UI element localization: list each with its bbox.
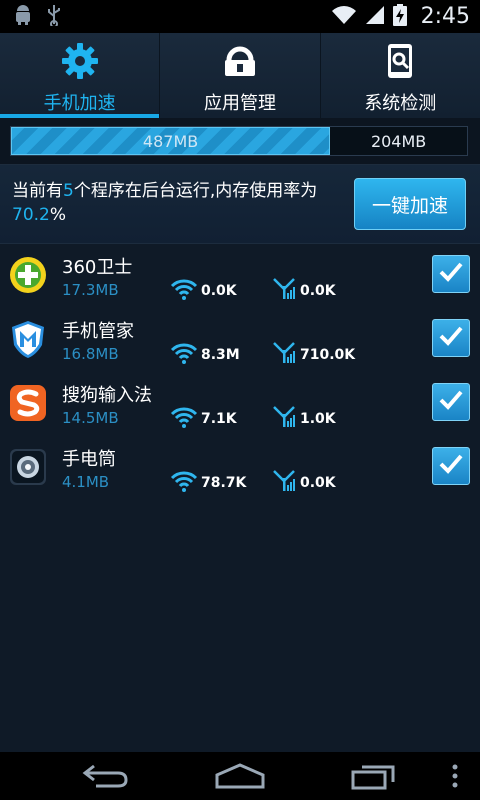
one-click-boost-button[interactable]: 一键加速 [354, 178, 466, 230]
memory-usage-panel: 487MB 204MB [0, 118, 480, 165]
list-item[interactable]: 手电筒 4.1MB 78.7K 0.0K [0, 435, 480, 499]
app-memory-size: 17.3MB [62, 281, 119, 299]
tab-app-management[interactable]: 应用管理 [159, 33, 319, 118]
tab-system-check[interactable]: 系统检测 [319, 33, 480, 118]
checkmark-icon [438, 389, 464, 415]
app-list: 360卫士 17.3MB 0.0K 0.0K 手机管家 16.8MB 8.3M [0, 243, 480, 499]
mobile-data-icon [272, 276, 296, 300]
usb-icon [46, 4, 62, 30]
tab-bar: 手机加速 应用管理 系统检测 [0, 33, 480, 118]
mobile-traffic: 710.0K [300, 347, 356, 363]
tab-phone-boost[interactable]: 手机加速 [0, 33, 160, 118]
wifi-icon [170, 469, 198, 493]
app-memory-size: 14.5MB [62, 409, 119, 427]
mobile-traffic: 0.0K [300, 283, 336, 299]
checkmark-icon [438, 325, 464, 351]
status-bar: 2:45 [0, 0, 480, 33]
recent-apps-icon[interactable] [344, 760, 404, 792]
memory-progress-bar: 487MB 204MB [10, 126, 468, 156]
android-icon [14, 4, 32, 29]
360-security-icon [8, 255, 48, 295]
wifi-traffic: 8.3M [201, 347, 240, 363]
list-item[interactable]: 手机管家 16.8MB 8.3M 710.0K [0, 307, 480, 371]
wifi-traffic: 0.0K [201, 283, 237, 299]
mobile-data-icon [272, 404, 296, 428]
mobile-data-icon [272, 340, 296, 364]
summary-panel: 当前有5个程序在后台运行,内存使用率为 70.2% 一键加速 [0, 165, 480, 244]
wifi-icon [170, 277, 198, 301]
wifi-traffic: 7.1K [201, 411, 237, 427]
phone-manager-icon [8, 319, 48, 359]
summary-middle: 个程序在后台运行,内存使用率为 [73, 181, 318, 201]
app-memory-size: 4.1MB [62, 473, 110, 491]
app-name: 360卫士 [62, 257, 133, 278]
checkmark-icon [438, 261, 464, 287]
app-name: 手机管家 [62, 321, 134, 342]
app-checkbox[interactable] [432, 447, 470, 485]
status-time: 2:45 [420, 4, 470, 29]
memory-percent: 70.2 [12, 205, 50, 225]
app-checkbox[interactable] [432, 319, 470, 357]
percent-sign: % [49, 205, 67, 225]
tab-label: 系统检测 [364, 93, 437, 114]
home-icon[interactable] [210, 760, 270, 792]
overflow-menu-icon[interactable] [440, 760, 470, 792]
app-checkbox[interactable] [432, 383, 470, 421]
wifi-icon [170, 341, 198, 365]
phone-search-icon [380, 41, 420, 81]
mobile-traffic: 1.0K [300, 411, 336, 427]
wifi-icon [170, 405, 198, 429]
wifi-status-icon [331, 5, 357, 29]
list-item[interactable]: 搜狗输入法 14.5MB 7.1K 1.0K [0, 371, 480, 435]
memory-used-label: 487MB [142, 131, 199, 151]
checkmark-icon [438, 453, 464, 479]
mobile-data-icon [272, 468, 296, 492]
memory-free-label: 204MB [370, 131, 427, 151]
app-checkbox[interactable] [432, 255, 470, 293]
wifi-traffic: 78.7K [201, 475, 247, 491]
sogou-input-icon [8, 383, 48, 423]
app-name: 搜狗输入法 [62, 385, 152, 406]
lock-icon [220, 41, 260, 81]
summary-prefix: 当前有 [12, 181, 63, 201]
tab-label: 手机加速 [43, 93, 116, 114]
mobile-traffic: 0.0K [300, 475, 336, 491]
running-count: 5 [63, 181, 74, 201]
navigation-bar [0, 752, 480, 800]
back-icon[interactable] [76, 760, 136, 792]
signal-icon [365, 5, 385, 29]
list-item[interactable]: 360卫士 17.3MB 0.0K 0.0K [0, 243, 480, 307]
tab-label: 应用管理 [203, 93, 276, 114]
battery-charging-icon [392, 3, 407, 30]
flashlight-icon [8, 447, 48, 487]
summary-text: 当前有5个程序在后台运行,内存使用率为 70.2% [12, 179, 342, 227]
app-memory-size: 16.8MB [62, 345, 119, 363]
gear-icon [60, 41, 100, 81]
app-name: 手电筒 [62, 449, 116, 470]
